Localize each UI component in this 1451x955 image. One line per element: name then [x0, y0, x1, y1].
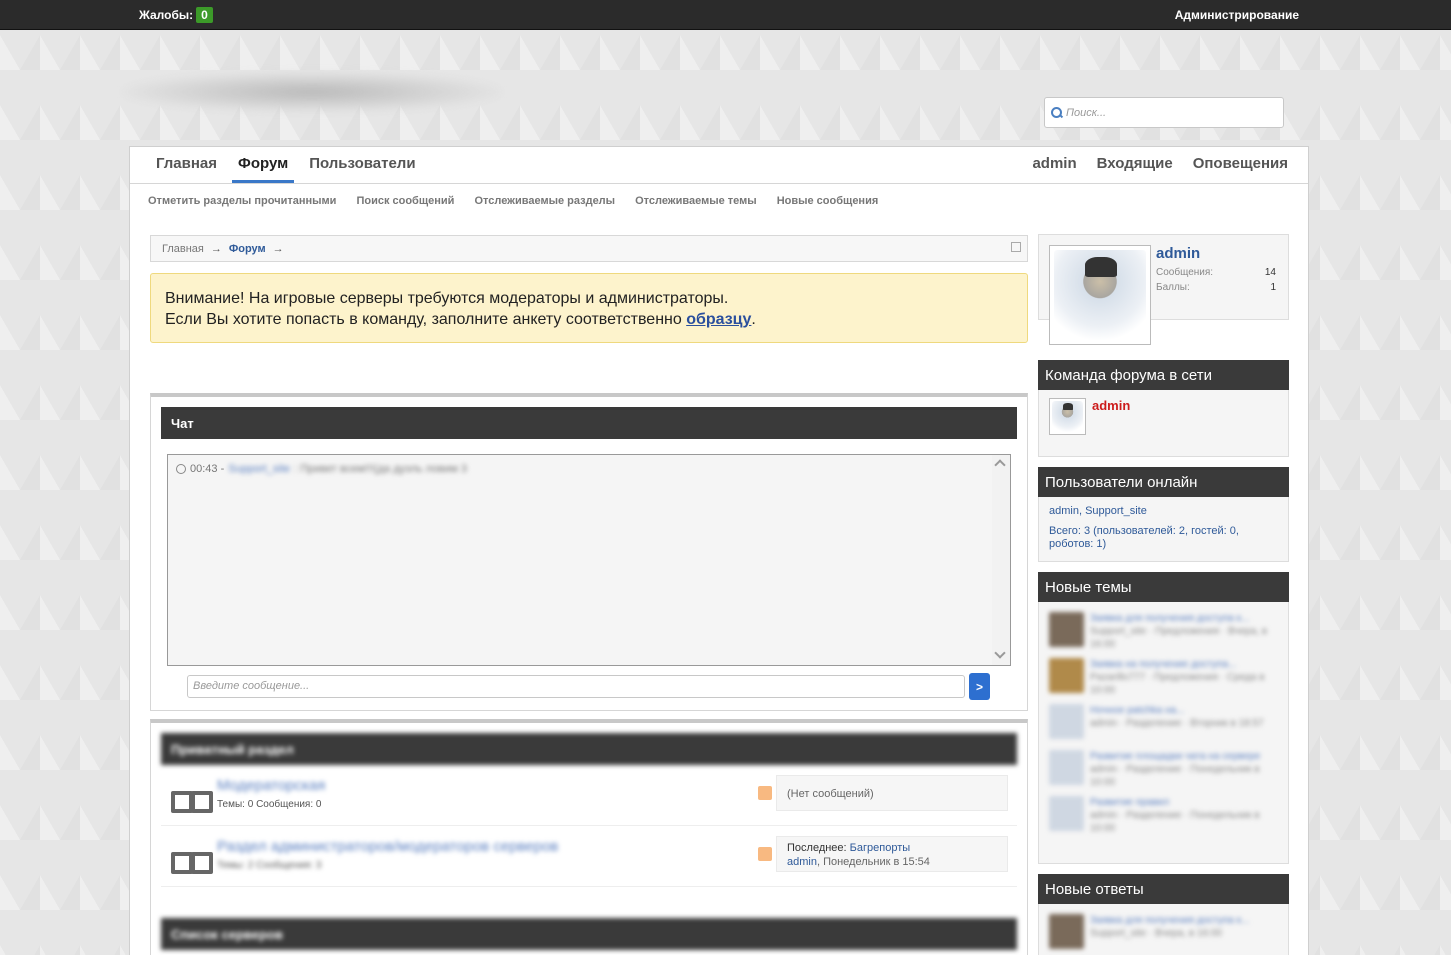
forum-category-block: Приватный раздел Модераторская Темы: 0 С… — [150, 719, 1028, 955]
search-messages-link[interactable]: Поиск сообщений — [356, 195, 454, 216]
breadcrumb-arrow-icon: → — [272, 242, 284, 255]
watched-forums-link[interactable]: Отслеживаемые разделы — [474, 195, 615, 216]
new-replies-title: Новые ответы — [1038, 874, 1289, 904]
subnav: Отметить разделы прочитанными Поиск сооб… — [130, 184, 1308, 216]
forum-node-title[interactable]: Раздел администраторов/модераторов серве… — [217, 838, 558, 855]
main-container: Главная Форум Пользователи admin Входящи… — [129, 146, 1309, 955]
forum-node-last: Последнее: Багрепорты admin, Понедельник… — [776, 836, 1008, 872]
category-title[interactable]: Приватный раздел — [161, 733, 1017, 765]
tab-forum[interactable]: Форум — [232, 147, 295, 183]
watched-threads-link[interactable]: Отслеживаемые темы — [635, 195, 757, 216]
profile-messages: Сообщения: 14 — [1156, 267, 1276, 278]
breadcrumb-home[interactable]: Главная — [162, 243, 204, 255]
tab-users[interactable]: Пользователи — [303, 147, 421, 183]
search-icon — [1051, 107, 1062, 118]
chat-author[interactable]: Support_site — [228, 463, 290, 475]
new-thread-item[interactable]: Развитие правил admin · Разделение · Поне… — [1049, 794, 1278, 840]
admin-link[interactable]: Администрирование — [1175, 8, 1299, 22]
rss-icon[interactable] — [758, 786, 772, 800]
rss-icon[interactable] — [758, 847, 772, 861]
new-posts-link[interactable]: Новые сообщения — [777, 195, 879, 216]
breadcrumb-arrow-icon: → — [210, 242, 222, 255]
new-reply-item[interactable]: Заявка для получения доступа к... Support… — [1049, 912, 1278, 955]
chat-block: Чат 00:43 - Support_site : Привет всем!!… — [150, 393, 1028, 711]
forum-node-title[interactable]: Модераторская — [217, 777, 325, 794]
alerts-link[interactable]: Оповещения — [1193, 155, 1288, 172]
breadcrumb-forum[interactable]: Форум — [229, 243, 266, 255]
online-users-widget: Пользователи онлайн admin, Support_site … — [1038, 467, 1289, 562]
top-bar: Жалобы: 0 Администрирование — [0, 0, 1451, 30]
new-thread-item[interactable]: Заявка на получение доступа... Pazarillo7… — [1049, 656, 1278, 702]
chat-scrollbar[interactable] — [992, 455, 1010, 665]
notice-link[interactable]: образцу — [686, 311, 751, 328]
forum-node-stats: Темы: 2 Сообщения: 3 — [217, 860, 322, 871]
scroll-up-icon[interactable] — [994, 459, 1006, 471]
new-thread-item[interactable]: Развитие площадки чата на сервере admin ·… — [1049, 748, 1278, 794]
staff-avatar[interactable] — [1049, 398, 1086, 435]
search-placeholder: Поиск... — [1066, 106, 1107, 119]
staff-title: Команда форума в сети — [1038, 360, 1289, 390]
new-thread-item[interactable]: Ночное patchka на... admin · Разделение ·… — [1049, 702, 1278, 748]
complaints-label: Жалобы: — [139, 8, 194, 22]
search-input[interactable]: Поиск... — [1044, 97, 1284, 128]
avatar[interactable] — [1049, 245, 1151, 345]
chat-message: 00:43 - Support_site : Привет всем!!!(да… — [176, 463, 467, 475]
complaints-count-badge: 0 — [196, 7, 213, 23]
breadcrumb: Главная → Форум → — [150, 235, 1028, 262]
inbox-link[interactable]: Входящие — [1097, 155, 1173, 172]
user-menu-admin[interactable]: admin — [1032, 155, 1076, 172]
site-logo[interactable] — [122, 72, 502, 112]
scroll-down-icon[interactable] — [994, 647, 1006, 659]
navbar: Главная Форум Пользователи admin Входящи… — [130, 147, 1308, 184]
forum-node-last: (Нет сообщений) — [776, 775, 1008, 811]
profile-username[interactable]: admin — [1156, 245, 1200, 262]
notice-line-2: Если Вы хотите попасть в команду, заполн… — [165, 311, 756, 328]
last-thread-link[interactable]: Багрепорты — [850, 842, 910, 854]
new-threads-title: Новые темы — [1038, 572, 1289, 602]
forum-glasses-icon — [171, 840, 213, 874]
forum-node[interactable]: Модераторская Темы: 0 Сообщения: 0 (Нет … — [161, 765, 1017, 826]
servers-category-title[interactable]: Список серверов — [161, 918, 1017, 950]
profile-points: Баллы: 1 — [1156, 282, 1276, 293]
online-title: Пользователи онлайн — [1038, 467, 1289, 497]
clock-icon — [176, 464, 186, 474]
chat-messages[interactable]: 00:43 - Support_site : Привет всем!!!(да… — [167, 454, 1011, 666]
complaints-link[interactable]: Жалобы: 0 — [139, 7, 213, 23]
online-total: Всего: 3 (пользователей: 2, гостей: 0, р… — [1049, 525, 1239, 550]
new-thread-item[interactable]: Заявка для получения доступа к... Support… — [1049, 610, 1278, 656]
notice-banner: Внимание! На игровые серверы требуются м… — [150, 273, 1028, 343]
chat-input[interactable]: Введите сообщение... — [187, 675, 965, 698]
chat-text: : Привет всем!!!(да дуэль ловим 3 — [294, 463, 467, 475]
last-user-link[interactable]: admin — [787, 856, 817, 868]
notice-line-1: Внимание! На игровые серверы требуются м… — [165, 290, 729, 307]
chat-time: 00:43 - — [190, 463, 225, 475]
staff-online-widget: Команда форума в сети admin — [1038, 360, 1289, 457]
new-threads-widget: Новые темы Заявка для получения доступа … — [1038, 572, 1289, 864]
chat-title: Чат — [161, 407, 1017, 439]
tab-home[interactable]: Главная — [150, 147, 223, 183]
forum-node-stats: Темы: 0 Сообщения: 0 — [217, 799, 322, 810]
external-link-icon[interactable] — [1011, 242, 1021, 252]
forum-node[interactable]: Раздел администраторов/модераторов серве… — [161, 826, 1017, 887]
online-users-list[interactable]: admin, Support_site — [1049, 505, 1278, 517]
mark-read-link[interactable]: Отметить разделы прочитанными — [148, 195, 336, 216]
new-replies-widget: Новые ответы Заявка для получения доступ… — [1038, 874, 1289, 955]
staff-member[interactable]: admin — [1092, 398, 1130, 442]
profile-box: admin Сообщения: 14 Баллы: 1 — [1038, 234, 1289, 345]
forum-glasses-icon — [171, 779, 213, 813]
chat-send-button[interactable]: > — [969, 673, 990, 700]
